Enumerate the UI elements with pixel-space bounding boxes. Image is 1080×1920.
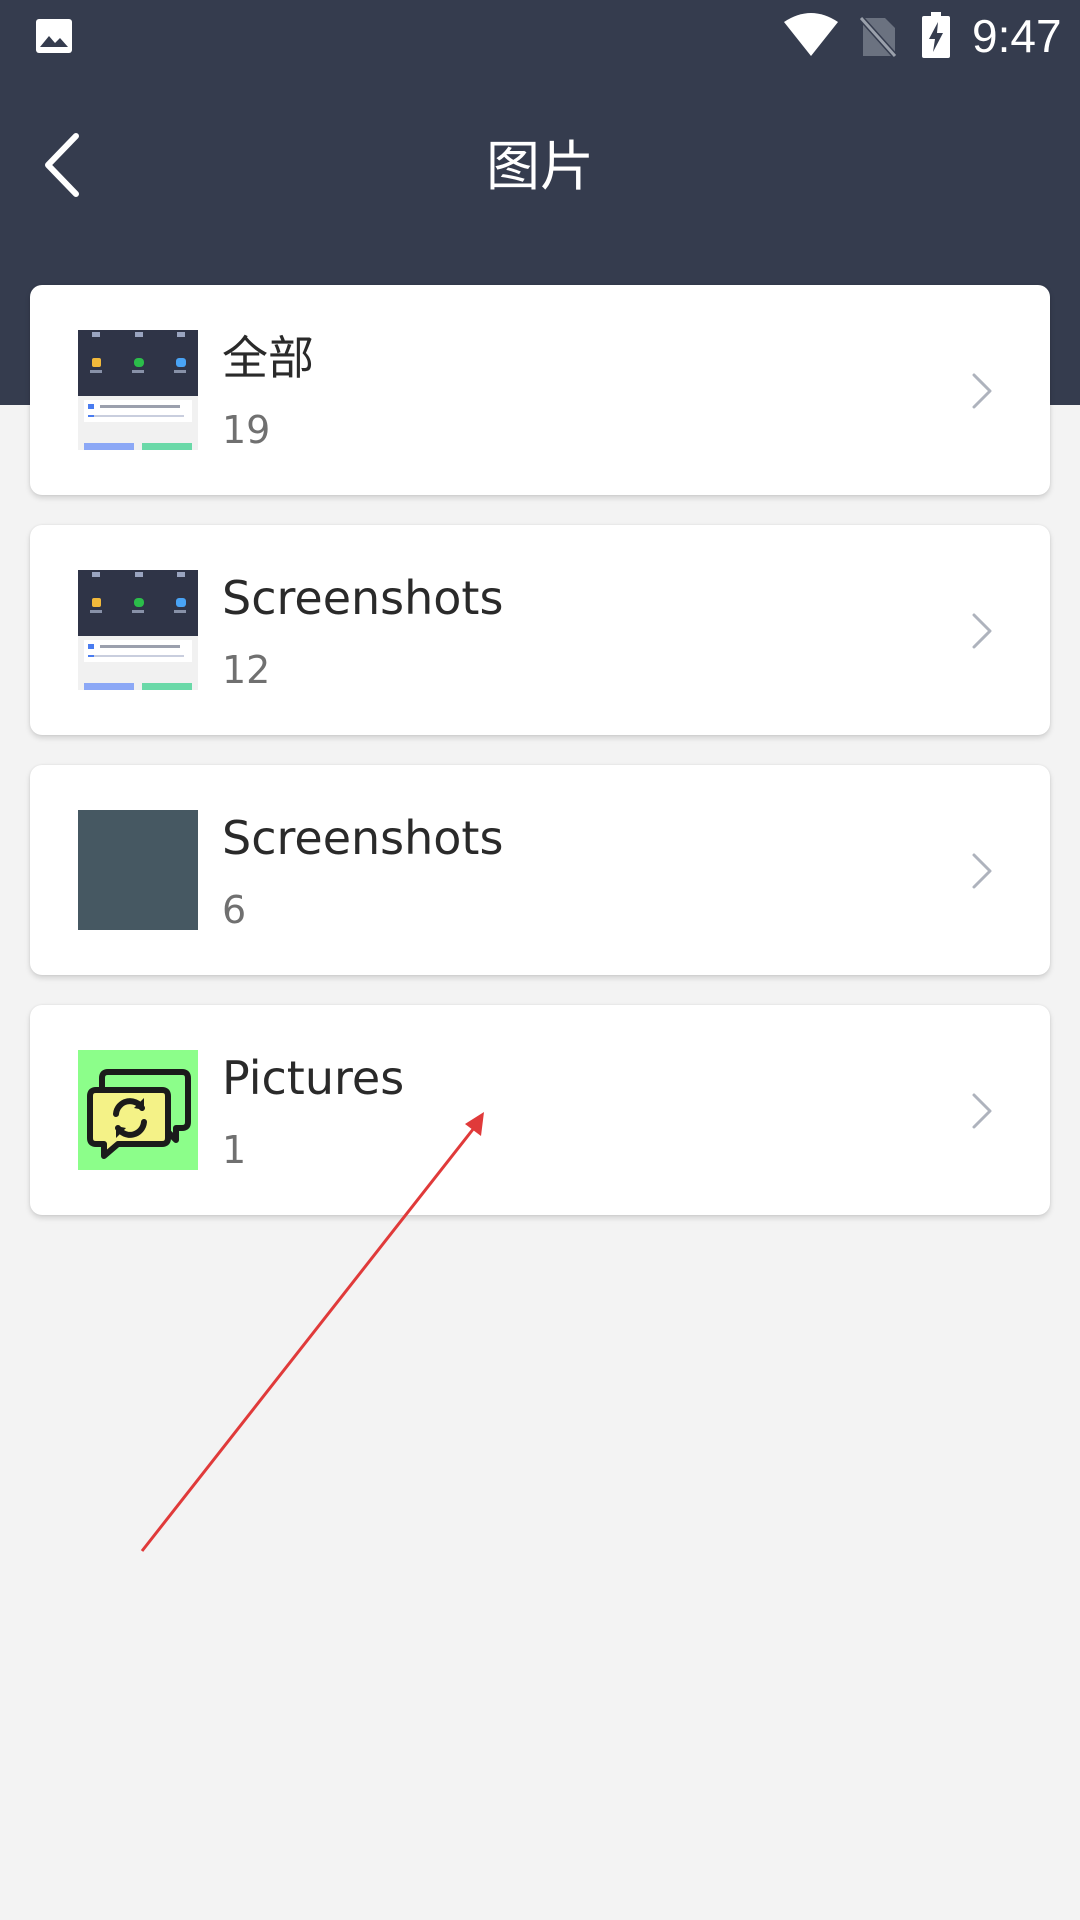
chevron-right-icon	[972, 853, 992, 889]
status-time: 9:47	[972, 10, 1062, 62]
album-list: 全部 19 Screenshots 12 Screenshots 6 Pictu…	[30, 285, 1050, 1245]
page-title: 图片	[486, 135, 594, 198]
gallery-icon	[36, 19, 72, 53]
no-sim-icon	[859, 15, 897, 58]
album-thumbnail	[78, 570, 198, 690]
album-name: Screenshots	[222, 811, 504, 865]
chevron-right-icon	[972, 1093, 992, 1129]
chevron-left-icon	[45, 133, 79, 197]
album-thumbnail	[78, 1050, 198, 1170]
album-name: Pictures	[222, 1051, 405, 1105]
album-count: 12	[222, 648, 271, 692]
chevron-right-icon	[972, 613, 992, 649]
album-item-pictures[interactable]: Pictures 1	[30, 1005, 1050, 1215]
battery-charging-icon	[922, 12, 950, 58]
album-count: 6	[222, 888, 247, 932]
album-name: 全部	[222, 331, 314, 385]
album-thumbnail	[78, 330, 198, 450]
status-bar: 9:47	[0, 0, 1080, 72]
chevron-right-icon	[972, 373, 992, 409]
sync-chat-icon	[87, 1069, 191, 1159]
album-item-screenshots[interactable]: Screenshots 12	[30, 525, 1050, 735]
album-count: 1	[222, 1128, 247, 1172]
wifi-icon	[784, 13, 838, 56]
back-button[interactable]	[30, 120, 100, 210]
album-count: 19	[222, 408, 271, 452]
album-thumbnail	[78, 810, 198, 930]
album-name: Screenshots	[222, 571, 504, 625]
album-item-screenshots-2[interactable]: Screenshots 6	[30, 765, 1050, 975]
album-item-all[interactable]: 全部 19	[30, 285, 1050, 495]
